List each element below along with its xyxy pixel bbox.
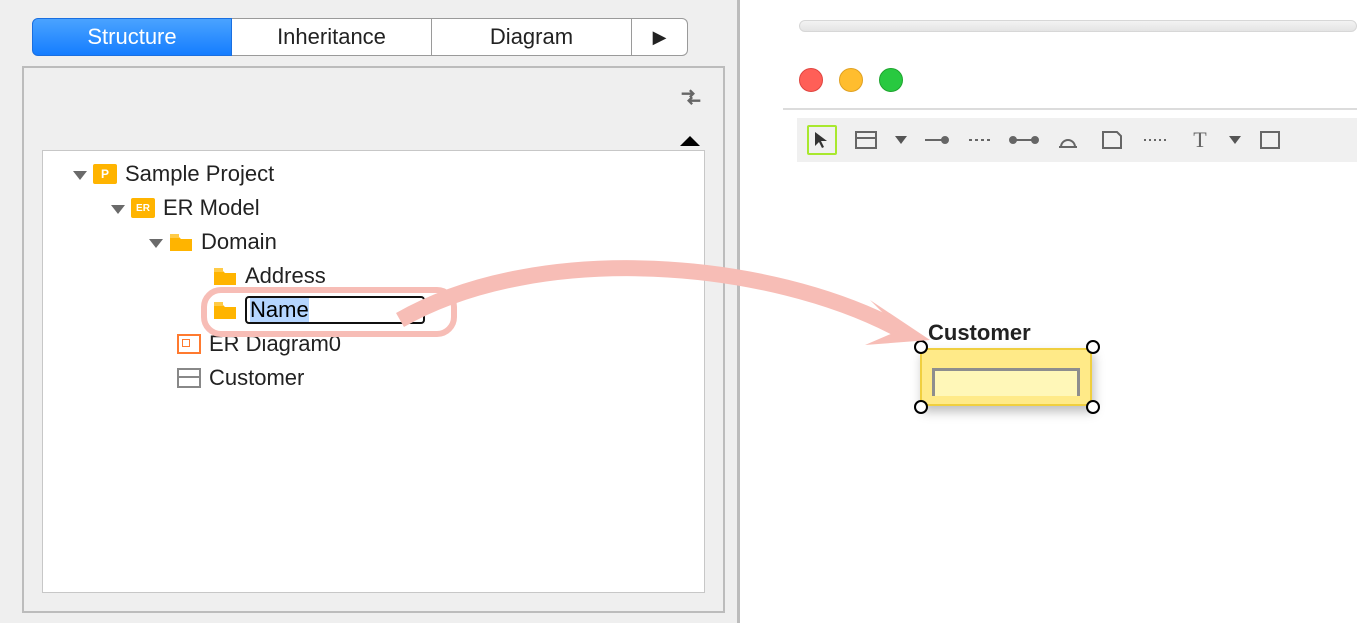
diagram-toolbar: T [797, 118, 1357, 162]
minimize-window-button[interactable] [839, 68, 863, 92]
tree-node-customer[interactable]: Customer [43, 361, 704, 395]
tree-label: ER Model [163, 195, 260, 221]
tree-label: Customer [209, 365, 304, 391]
project-tree[interactable]: P Sample Project ER ER Model Domain Add [42, 150, 705, 593]
subtype-tool-button[interactable] [1053, 125, 1083, 155]
connector-tool-button[interactable] [1009, 125, 1039, 155]
line-tool-button[interactable] [921, 125, 951, 155]
tree-node-name-editing[interactable] [43, 293, 704, 327]
resize-handle-bl[interactable] [914, 400, 928, 414]
project-icon: P [93, 164, 117, 184]
tab-strip: Structure Inheritance Diagram ▶ [32, 18, 688, 56]
er-model-icon: ER [131, 198, 155, 218]
zoom-window-button[interactable] [879, 68, 903, 92]
note-tool-button[interactable] [1097, 125, 1127, 155]
folder-icon [213, 300, 237, 320]
tree-node-domain[interactable]: Domain [43, 225, 704, 259]
tree-node-project[interactable]: P Sample Project [43, 157, 704, 191]
close-window-button[interactable] [799, 68, 823, 92]
diagram-panel: T [743, 0, 1357, 623]
tab-inheritance[interactable]: Inheritance [232, 18, 432, 56]
structure-inner-frame: P Sample Project ER ER Model Domain Add [22, 66, 725, 613]
structure-panel: Structure Inheritance Diagram ▶ P Sample… [0, 0, 740, 623]
rename-input[interactable] [245, 296, 425, 324]
tree-label: Address [245, 263, 326, 289]
er-diagram-icon [177, 334, 201, 354]
sync-icon[interactable] [677, 82, 705, 110]
rect-tool-button[interactable] [1255, 125, 1285, 155]
toolbar-separator [783, 108, 1357, 110]
select-tool-button[interactable] [807, 125, 837, 155]
collapse-up-icon[interactable] [680, 136, 700, 146]
tree-label: Domain [201, 229, 277, 255]
chevron-down-icon [111, 205, 125, 214]
dropdown-caret-icon[interactable] [895, 136, 907, 144]
window-controls [799, 68, 903, 92]
text-tool-button[interactable]: T [1185, 125, 1215, 155]
tree-label: Sample Project [125, 161, 274, 187]
dropdown-caret-icon[interactable] [1229, 136, 1241, 144]
tab-diagram[interactable]: Diagram [432, 18, 632, 56]
horizontal-scrollbar[interactable] [799, 20, 1357, 32]
folder-icon [169, 232, 193, 252]
tree-node-er-diagram[interactable]: ER Diagram0 [43, 327, 704, 361]
tab-structure[interactable]: Structure [32, 18, 232, 56]
resize-handle-br[interactable] [1086, 400, 1100, 414]
customer-entity[interactable] [920, 348, 1092, 406]
resize-handle-tr[interactable] [1086, 340, 1100, 354]
tab-more-button[interactable]: ▶ [632, 18, 688, 56]
chevron-down-icon [149, 239, 163, 248]
folder-icon [213, 266, 237, 286]
dotted-tool-button[interactable] [1141, 125, 1171, 155]
tree-label: ER Diagram0 [209, 331, 341, 357]
tree-node-address[interactable]: Address [43, 259, 704, 293]
chevron-down-icon [73, 171, 87, 180]
dashed-line-tool-button[interactable] [965, 125, 995, 155]
entity-title: Customer [928, 320, 1031, 346]
entity-icon [177, 368, 201, 388]
resize-handle-tl[interactable] [914, 340, 928, 354]
tree-node-er-model[interactable]: ER ER Model [43, 191, 704, 225]
entity-tool-button[interactable] [851, 125, 881, 155]
